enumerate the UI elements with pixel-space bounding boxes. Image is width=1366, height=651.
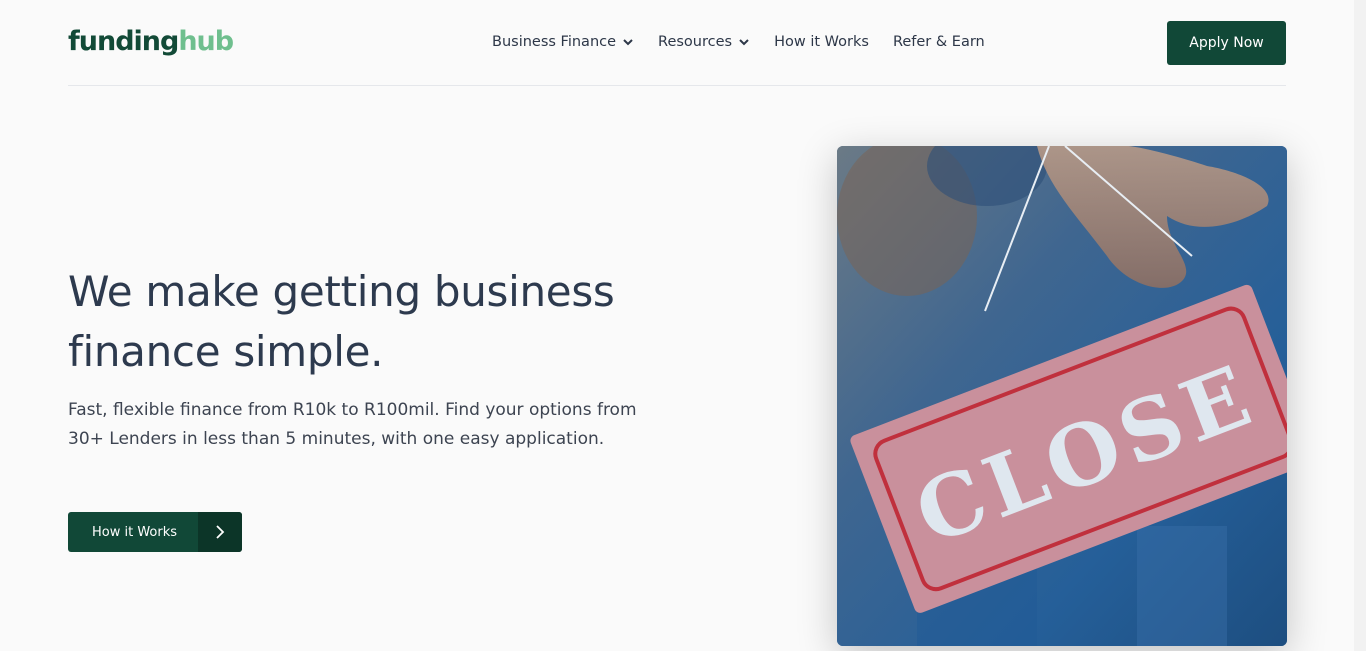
nav-item-label: Business Finance [492, 34, 617, 50]
hero-title: We make getting business finance simple. [68, 267, 615, 376]
brand-logo[interactable]: fundinghub [68, 24, 234, 60]
page: fundinghub Business Finance Resources Ho… [0, 0, 1366, 651]
chevron-right-icon [198, 512, 242, 552]
logo-part-hub: hub [178, 26, 234, 57]
scrollbar[interactable] [1354, 0, 1366, 651]
apply-now-button[interactable]: Apply Now [1167, 21, 1286, 65]
nav-item-resources[interactable]: Resources [658, 30, 750, 54]
how-it-works-button[interactable]: How it Works [68, 512, 242, 552]
main-nav: Business Finance Resources How it Works … [492, 30, 1009, 54]
nav-item-label: How it Works [774, 34, 869, 50]
hero-image: CLOSE [837, 146, 1287, 646]
hero-subtitle: Fast, flexible finance from R10k to R100… [68, 400, 637, 449]
nav-item-label: Refer & Earn [892, 34, 985, 50]
nav-item-business-finance[interactable]: Business Finance [492, 30, 634, 54]
cta-label: How it Works [92, 524, 178, 540]
nav-item-label: Resources [658, 34, 733, 50]
chevron-down-icon [623, 39, 633, 46]
logo-part-funding: funding [68, 26, 179, 57]
site-header: fundinghub Business Finance Resources Ho… [68, 0, 1286, 86]
chevron-down-icon [739, 39, 749, 46]
nav-item-how-it-works[interactable]: How it Works [774, 30, 869, 54]
closed-sign-illustration: CLOSE [837, 146, 1287, 646]
nav-item-refer-earn[interactable]: Refer & Earn [893, 30, 985, 54]
